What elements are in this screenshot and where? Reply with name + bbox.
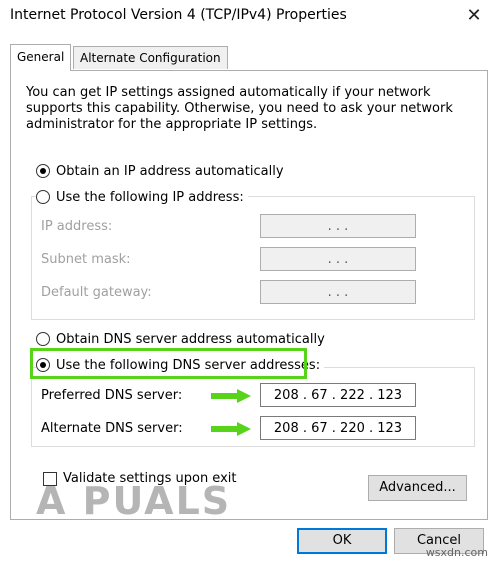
- ok-button[interactable]: OK: [297, 528, 387, 554]
- tab-alternate-configuration[interactable]: Alternate Configuration: [73, 46, 228, 69]
- ip-address-input[interactable]: . . .: [260, 214, 416, 238]
- subnet-mask-value: . . .: [327, 251, 349, 267]
- subnet-mask-label: Subnet mask:: [41, 252, 131, 267]
- use-following-ip-radio[interactable]: Use the following IP address:: [36, 187, 248, 207]
- radio-icon: [36, 332, 50, 346]
- general-panel: You can get IP settings assigned automat…: [10, 70, 488, 520]
- close-icon[interactable]: ✕: [462, 4, 486, 28]
- obtain-ip-auto-radio[interactable]: Obtain an IP address automatically: [36, 161, 284, 181]
- watermark-logo: A PUALS: [36, 479, 232, 523]
- obtain-dns-auto-radio[interactable]: Obtain DNS server address automatically: [36, 329, 325, 349]
- arrow-right-icon: [211, 389, 251, 403]
- alternate-dns-value: 208 . 67 . 220 . 123: [273, 420, 403, 436]
- window-title: Internet Protocol Version 4 (TCP/IPv4) P…: [10, 7, 347, 23]
- alternate-dns-input[interactable]: 208 . 67 . 220 . 123: [260, 416, 416, 440]
- ip-address-value: . . .: [327, 218, 349, 234]
- radio-icon: [36, 164, 50, 178]
- preferred-dns-label: Preferred DNS server:: [41, 388, 183, 403]
- obtain-ip-auto-label: Obtain an IP address automatically: [56, 163, 284, 179]
- default-gateway-label: Default gateway:: [41, 285, 152, 300]
- subnet-mask-input[interactable]: . . .: [260, 247, 416, 271]
- alternate-dns-label: Alternate DNS server:: [41, 421, 183, 436]
- preferred-dns-input[interactable]: 208 . 67 . 222 . 123: [260, 383, 416, 407]
- advanced-button[interactable]: Advanced...: [368, 475, 467, 501]
- title-bar: Internet Protocol Version 4 (TCP/IPv4) P…: [0, 0, 498, 34]
- highlight-box: [30, 348, 307, 379]
- tab-general[interactable]: General: [10, 44, 72, 71]
- site-watermark: wsxdn.com: [425, 546, 488, 559]
- obtain-dns-auto-label: Obtain DNS server address automatically: [56, 331, 325, 347]
- ip-address-label: IP address:: [41, 219, 113, 234]
- preferred-dns-value: 208 . 67 . 222 . 123: [273, 387, 403, 403]
- use-following-ip-label: Use the following IP address:: [56, 189, 244, 205]
- arrow-right-icon: [211, 422, 251, 436]
- description-text: You can get IP settings assigned automat…: [26, 85, 453, 132]
- default-gateway-input[interactable]: . . .: [260, 280, 416, 304]
- default-gateway-value: . . .: [327, 284, 349, 300]
- radio-icon: [36, 190, 50, 204]
